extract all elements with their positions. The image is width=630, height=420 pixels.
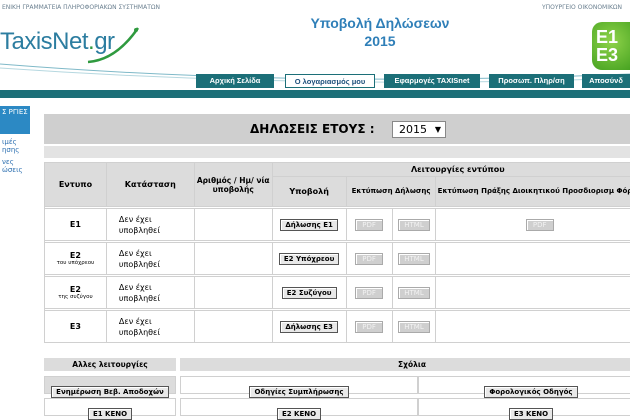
e1-blank-button[interactable]: Ε1 ΚΕΝΟ	[87, 408, 133, 420]
table-row: E2 του υπόχρεου Δεν έχει υποβληθεί Ε2 Υπό…	[44, 242, 630, 275]
html-button[interactable]: HTML	[398, 218, 430, 231]
row-pdf-cell: PDF	[345, 276, 393, 309]
sidebar-link-1[interactable]: ιμές ησης	[0, 134, 30, 154]
submit-e2-spouse-button[interactable]: Ε2 Συζύγου	[281, 286, 337, 299]
submit-e3-button[interactable]: Δήλωσης Ε3	[280, 320, 338, 333]
row-pdf-cell: PDF	[345, 310, 393, 343]
row-html-cell: HTML	[391, 310, 437, 343]
row-status: Δεν έχει υποβληθεί	[105, 310, 195, 343]
table-row: E1 Δεν έχει υποβληθεί Δήλωσης Ε1 PDF HTM…	[44, 208, 630, 241]
page-title-line2: 2015	[364, 33, 396, 49]
nav-logout[interactable]: Αποσύνδ	[582, 74, 630, 88]
page: ΕΝΙΚΗ ΓΡΑΜΜΑΤΕΙΑ ΠΛΗΡΟΦΟΡΙΑΚΩΝ ΣΥΣΤΗΜΑΤΩ…	[0, 0, 630, 420]
submit-e2-obligor-button[interactable]: Ε2 Υπόχρεου	[278, 252, 340, 265]
row-act-cell	[435, 310, 630, 343]
row-number	[193, 276, 273, 309]
row-html-cell: HTML	[391, 242, 437, 275]
row-form-code: E1	[69, 220, 81, 229]
year-select[interactable]: 2015 ▼	[392, 121, 446, 138]
year-select-value: 2015	[399, 123, 427, 136]
other-functions-header: Αλλες λειτουργίες	[44, 358, 176, 371]
row-act-cell: PDF	[435, 208, 630, 241]
sidebar: Σ ΡΓΙΕΣ ιμές ησης νες ώσεις	[0, 106, 30, 174]
e3-blank-button[interactable]: Ε3 ΚΕΝΟ	[508, 408, 554, 420]
nav-bar	[0, 90, 630, 98]
col-number-header: Αριθμός / Ημ/ νία υποβολής	[193, 162, 273, 207]
update-certificate-button[interactable]: Ενημέρωση Βεβ. Αποδοχών	[51, 386, 169, 398]
sidebar-header: Σ ΡΓΙΕΣ	[0, 106, 30, 134]
row-form-sub: της συζύγου	[58, 294, 93, 300]
top-left-text: ΕΝΙΚΗ ΓΡΑΜΜΑΤΕΙΑ ΠΛΗΡΟΦΟΡΙΑΚΩΝ ΣΥΣΤΗΜΑΤΩ…	[2, 4, 160, 11]
html-button[interactable]: HTML	[398, 320, 430, 333]
top-strip: ΕΝΙΚΗ ΓΡΑΜΜΑΤΕΙΑ ΠΛΗΡΟΦΟΡΙΑΚΩΝ ΣΥΣΤΗΜΑΤΩ…	[0, 0, 630, 14]
html-button[interactable]: HTML	[398, 252, 430, 265]
row-html-cell: HTML	[391, 208, 437, 241]
filling-guide-button[interactable]: Οδηγίες Συμπλήρωσης	[249, 386, 349, 398]
col-ops-header: Λειτουργίες εντύπου	[271, 162, 630, 177]
row-act-cell	[435, 242, 630, 275]
row-number	[193, 242, 273, 275]
nav-personal-info[interactable]: Προσωπ. Πληρ/ση	[489, 74, 574, 88]
col-status-header: Κατάσταση	[105, 162, 195, 207]
e1-blank-cell: Ε1 ΚΕΝΟ	[44, 398, 176, 420]
nav-taxisnet-apps[interactable]: Εφαρμογές TAXISnet	[384, 74, 480, 88]
row-pdf-cell: PDF	[345, 242, 393, 275]
pdf-button[interactable]: PDF	[355, 320, 384, 333]
row-status: Δεν έχει υποβληθεί	[105, 208, 195, 241]
row-number	[193, 310, 273, 343]
row-submit-cell: Ε2 Υπόχρεου	[271, 242, 347, 275]
update-cell: Ενημέρωση Βεβ. Αποδοχών	[44, 376, 176, 398]
row-status: Δεν έχει υποβληθεί	[105, 276, 195, 309]
top-right-text: ΥΠΟΥΡΓΕΙΟ ΟΙΚΟΝΟΜΙΚΩΝ	[541, 4, 622, 11]
spacer-bar	[44, 146, 630, 158]
html-button[interactable]: HTML	[398, 286, 430, 299]
year-label: ΔΗΛΩΣΕΙΣ ΕΤΟΥΣ :	[250, 122, 375, 136]
pdf-button[interactable]: PDF	[355, 218, 384, 231]
row-form-code: E2	[69, 285, 81, 294]
row-pdf-cell: PDF	[345, 208, 393, 241]
tax-guide-cell: Φορολογικός Οδηγός	[418, 376, 630, 398]
col-print-act-header: Εκτύπωση Πράξης Διοικητικού Προσδιορισμ …	[435, 176, 630, 207]
row-form-sub: του υπόχρεου	[56, 260, 95, 266]
e3-blank-cell: Ε3 ΚΕΝΟ	[418, 398, 630, 420]
row-number	[193, 208, 273, 241]
row-form: E1	[44, 208, 107, 241]
pdf-button[interactable]: PDF	[355, 252, 384, 265]
main-nav: Αρχική Σελίδα Ο λογαριασμός μου Εφαρμογέ…	[0, 74, 630, 90]
row-form: E3	[44, 310, 107, 343]
row-submit-cell: Δήλωσης Ε3	[271, 310, 347, 343]
row-form: E2 του υπόχρεου	[44, 242, 107, 275]
tax-guide-button[interactable]: Φορολογικός Οδηγός	[484, 386, 578, 398]
col-print-decl-header: Εκτύπωση Δήλωσης	[345, 176, 437, 207]
submit-e1-button[interactable]: Δήλωσης Ε1	[280, 218, 338, 231]
e2-blank-button[interactable]: Ε2 ΚΕΝΟ	[276, 408, 322, 420]
nav-home[interactable]: Αρχική Σελίδα	[196, 74, 274, 88]
table-row: E2 της συζύγου Δεν έχει υποβληθεί Ε2 Συζύ…	[44, 276, 630, 309]
e2-blank-cell: Ε2 ΚΕΝΟ	[180, 398, 418, 420]
table-row: E3 Δεν έχει υποβληθεί Δήλωσης Ε3 PDF HTM…	[44, 310, 630, 343]
row-submit-cell: Ε2 Συζύγου	[271, 276, 347, 309]
nav-my-account[interactable]: Ο λογαριασμός μου	[285, 74, 375, 88]
pdf-button[interactable]: PDF	[355, 286, 384, 299]
row-act-cell	[435, 276, 630, 309]
act-pdf-button[interactable]: PDF	[525, 218, 554, 231]
row-status: Δεν έχει υποβληθεί	[105, 242, 195, 275]
row-form-code: E2	[69, 251, 81, 260]
logo-swoosh-icon	[87, 27, 140, 64]
year-bar: ΔΗΛΩΣΕΙΣ ΕΤΟΥΣ : 2015 ▼	[44, 114, 630, 144]
row-form: E2 της συζύγου	[44, 276, 107, 309]
col-submit-header: Υποβολή	[271, 176, 347, 207]
page-title: Υποβολή Δηλώσεων 2015	[280, 14, 480, 50]
row-html-cell: HTML	[391, 276, 437, 309]
declarations-table: Εντυπο Κατάσταση Αριθμός / Ημ/ νία υποβο…	[44, 162, 630, 343]
row-submit-cell: Δήλωσης Ε1	[271, 208, 347, 241]
comments-header: Σχόλια	[180, 358, 630, 371]
logo-main: TaxisNet	[0, 28, 89, 55]
row-form-code: E3	[69, 322, 81, 331]
page-title-line1: Υποβολή Δηλώσεων	[310, 15, 450, 31]
dropdown-arrow-icon: ▼	[434, 125, 441, 134]
sidebar-link-2[interactable]: νες ώσεις	[0, 154, 30, 174]
guide-cell: Οδηγίες Συμπλήρωσης	[180, 376, 418, 398]
col-form-header: Εντυπο	[44, 162, 107, 207]
